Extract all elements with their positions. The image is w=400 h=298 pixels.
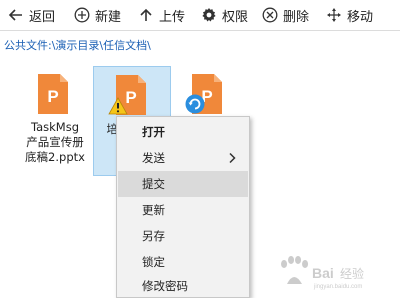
delete-button[interactable]: 删除 [262, 5, 309, 25]
menu-item-label: 修改密码 [142, 279, 188, 293]
back-button[interactable]: 返回 [8, 5, 55, 25]
permission-label: 权限 [222, 9, 249, 25]
context-menu: 打开 发送 提交 更新 另存 锁定 修改密码 [116, 116, 250, 298]
toolbar: 返回 新建 上传 权限 删除 移动 [0, 0, 400, 30]
permission-button[interactable]: 权限 [201, 5, 248, 25]
close-circle-icon [262, 7, 278, 23]
sync-icon [185, 94, 205, 114]
chevron-right-icon [229, 152, 236, 164]
upload-label: 上传 [159, 9, 186, 25]
menu-item-save-as[interactable]: 另存 [118, 223, 248, 249]
menu-item-label: 锁定 [142, 255, 165, 269]
new-label: 新建 [95, 9, 122, 25]
svg-text:jingyan.baidu.com: jingyan.baidu.com [313, 284, 362, 290]
pptx-file-icon: P [38, 74, 68, 114]
gear-icon [202, 8, 216, 22]
plus-circle-icon [74, 7, 90, 23]
menu-item-submit[interactable]: 提交 [118, 171, 248, 197]
menu-item-change-password[interactable]: 修改密码 [118, 273, 248, 298]
file-item[interactable]: P TaskMsg 产品宣传册 底稿2.pptx [16, 66, 94, 176]
menu-item-label: 提交 [142, 177, 165, 191]
file-name: TaskMsg 产品宣传册 底稿2.pptx [16, 120, 94, 165]
menu-item-label: 发送 [142, 151, 165, 165]
menu-item-label: 另存 [142, 229, 165, 243]
menu-item-update[interactable]: 更新 [118, 197, 248, 223]
move-arrows-icon [327, 8, 341, 22]
delete-label: 删除 [283, 9, 310, 25]
toolbar-divider [0, 30, 400, 31]
warning-icon [108, 97, 128, 115]
svg-text:P: P [47, 87, 58, 106]
menu-item-send[interactable]: 发送 [118, 145, 248, 171]
file-name-line: TaskMsg [30, 120, 80, 134]
arrow-up-icon [140, 8, 152, 21]
breadcrumb[interactable]: 公共文件:\演示目录\任信文档\ [4, 37, 151, 55]
file-name-line: 底稿2.pptx [25, 150, 85, 164]
baidu-watermark-logo: Bai 经验 jingyan.baidu.com [281, 256, 364, 290]
menu-item-open[interactable]: 打开 [118, 119, 248, 145]
file-name-line: 产品宣传册 [26, 135, 84, 149]
svg-text:经验: 经验 [340, 266, 364, 281]
menu-item-lock[interactable]: 锁定 [118, 249, 248, 275]
arrow-left-icon [8, 9, 22, 21]
upload-button[interactable]: 上传 [138, 5, 185, 25]
svg-text:Bai: Bai [312, 265, 334, 281]
menu-item-label: 打开 [142, 125, 165, 139]
move-label: 移动 [347, 9, 374, 25]
move-button[interactable]: 移动 [326, 5, 373, 25]
new-button[interactable]: 新建 [74, 5, 121, 25]
menu-item-label: 更新 [142, 203, 165, 217]
back-label: 返回 [29, 9, 56, 25]
